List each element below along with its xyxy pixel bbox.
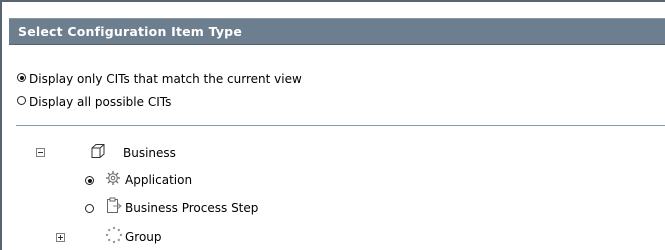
cube-icon [91,144,105,158]
group-icon [105,226,123,244]
section-divider [16,125,665,126]
config-item-type-panel: Select Configuration Item Type Display o… [0,0,665,250]
label-current-view[interactable]: Display only CITs that match the current… [29,72,302,86]
radio-current-view[interactable] [17,73,26,82]
panel-header: Select Configuration Item Type [9,18,665,45]
tree-node-business[interactable]: Business [123,146,176,160]
process-step-icon [107,197,122,213]
tree-node-group[interactable]: Group [125,230,162,244]
label-all-cits[interactable]: Display all possible CITs [29,95,171,109]
tree-node-business-process-step[interactable]: Business Process Step [125,201,258,215]
collapse-business-toggle[interactable] [36,148,45,157]
radio-application[interactable] [85,176,94,185]
panel-title: Select Configuration Item Type [18,24,243,39]
gear-icon [106,171,120,185]
expand-group-toggle[interactable] [56,233,65,242]
radio-business-process-step[interactable] [85,204,94,213]
tree-node-application[interactable]: Application [125,173,192,187]
radio-all-cits[interactable] [17,96,26,105]
